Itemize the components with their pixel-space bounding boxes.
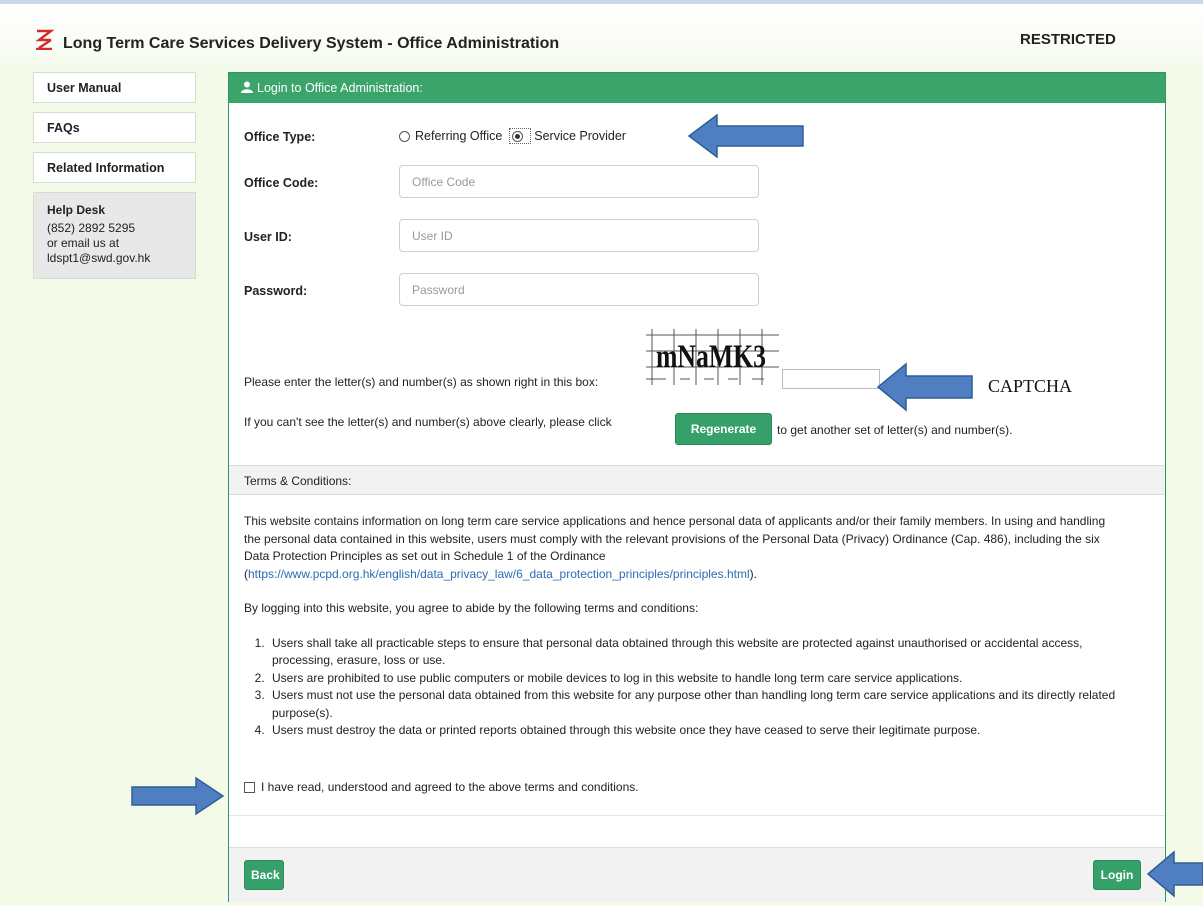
user-id-label: User ID:: [244, 230, 292, 244]
back-button[interactable]: Back: [244, 860, 284, 890]
terms-paragraph-2: By logging into this website, you agree …: [244, 601, 699, 615]
radio-referring-office-circle[interactable]: [399, 131, 410, 142]
terms-list-item: Users must destroy the data or printed r…: [268, 722, 1124, 740]
password-input[interactable]: [399, 273, 759, 306]
captcha-image-text: mNaMK3: [656, 339, 766, 375]
pcpd-principles-link[interactable]: https://www.pcpd.org.hk/english/data_pri…: [248, 567, 750, 581]
user-id-input[interactable]: [399, 219, 759, 252]
terms-list-item: Users must not use the personal data obt…: [268, 687, 1124, 722]
panel-footer: Back Login: [229, 847, 1165, 902]
help-desk-heading: Help Desk: [47, 203, 106, 217]
radio-referring-office-label: Referring Office: [415, 129, 503, 143]
regenerate-prompt: If you can't see the letter(s) and numbe…: [244, 415, 612, 429]
agree-label: I have read, understood and agreed to th…: [261, 780, 639, 794]
captcha-annotation-label: CAPTCHA: [988, 376, 1073, 396]
agree-row[interactable]: I have read, understood and agreed to th…: [244, 780, 639, 794]
password-label: Password:: [244, 284, 308, 298]
captcha-input[interactable]: [782, 369, 880, 389]
regenerate-button[interactable]: Regenerate: [675, 413, 772, 445]
agree-checkbox[interactable]: [244, 782, 255, 793]
office-code-input[interactable]: [399, 165, 759, 198]
arrow-left-icon: [687, 113, 804, 159]
arrow-right-icon: [131, 776, 225, 816]
captcha-prompt: Please enter the letter(s) and number(s)…: [244, 375, 599, 389]
app-title: Long Term Care Services Delivery System …: [63, 35, 560, 52]
arrow-left-icon: [876, 362, 973, 412]
office-code-label: Office Code:: [244, 176, 319, 190]
terms-paragraph-1-text: This website contains information on lon…: [244, 514, 1106, 563]
login-panel-title: Login to Office Administration:: [257, 81, 423, 95]
radio-service-provider-label: Service Provider: [534, 129, 626, 143]
page-header: Long Term Care Services Delivery System …: [0, 4, 1203, 66]
sidebar-item-user-manual[interactable]: User Manual: [33, 72, 196, 103]
terms-link-close: ).: [749, 566, 757, 581]
help-desk-phone: (852) 2892 5295: [47, 221, 136, 235]
radio-service-provider[interactable]: [509, 128, 532, 144]
terms-list: Users shall take all practicable steps t…: [244, 635, 1124, 740]
arrow-left-icon: [1146, 850, 1203, 898]
regenerate-prompt-suffix: to get another set of letter(s) and numb…: [777, 423, 1013, 437]
sidebar-item-faqs[interactable]: FAQs: [33, 112, 196, 143]
captcha-image: mNaMK3: [646, 329, 779, 385]
terms-list-item: Users are prohibited to use public compu…: [268, 670, 1124, 688]
office-type-radio-group: Referring Office Service Provider: [399, 128, 626, 144]
terms-paragraph-1: This website contains information on lon…: [244, 513, 1124, 583]
radio-service-provider-circle[interactable]: [512, 131, 524, 142]
login-panel: Login to Office Administration: Office T…: [228, 72, 1166, 902]
terms-heading: Terms & Conditions:: [229, 465, 1165, 495]
panel-divider: [229, 815, 1165, 816]
user-icon: [241, 81, 253, 93]
terms-body: This website contains information on lon…: [244, 513, 1124, 740]
sidebar: User Manual FAQs Related Information Hel…: [33, 72, 196, 279]
office-type-label: Office Type:: [244, 130, 316, 144]
sidebar-item-related-information[interactable]: Related Information: [33, 152, 196, 183]
help-desk-box: Help Desk (852) 2892 5295 or email us at…: [33, 192, 196, 279]
login-panel-header: Login to Office Administration:: [229, 73, 1165, 103]
classification-label: RESTRICTED: [1020, 31, 1116, 48]
radio-referring-office[interactable]: Referring Office: [399, 129, 502, 143]
login-button[interactable]: Login: [1093, 860, 1141, 890]
help-desk-email[interactable]: ldspt1@swd.gov.hk: [47, 251, 182, 266]
terms-list-item: Users shall take all practicable steps t…: [268, 635, 1124, 670]
swd-logo-icon: [35, 29, 55, 50]
help-desk-email-prefix: or email us at: [47, 236, 120, 250]
